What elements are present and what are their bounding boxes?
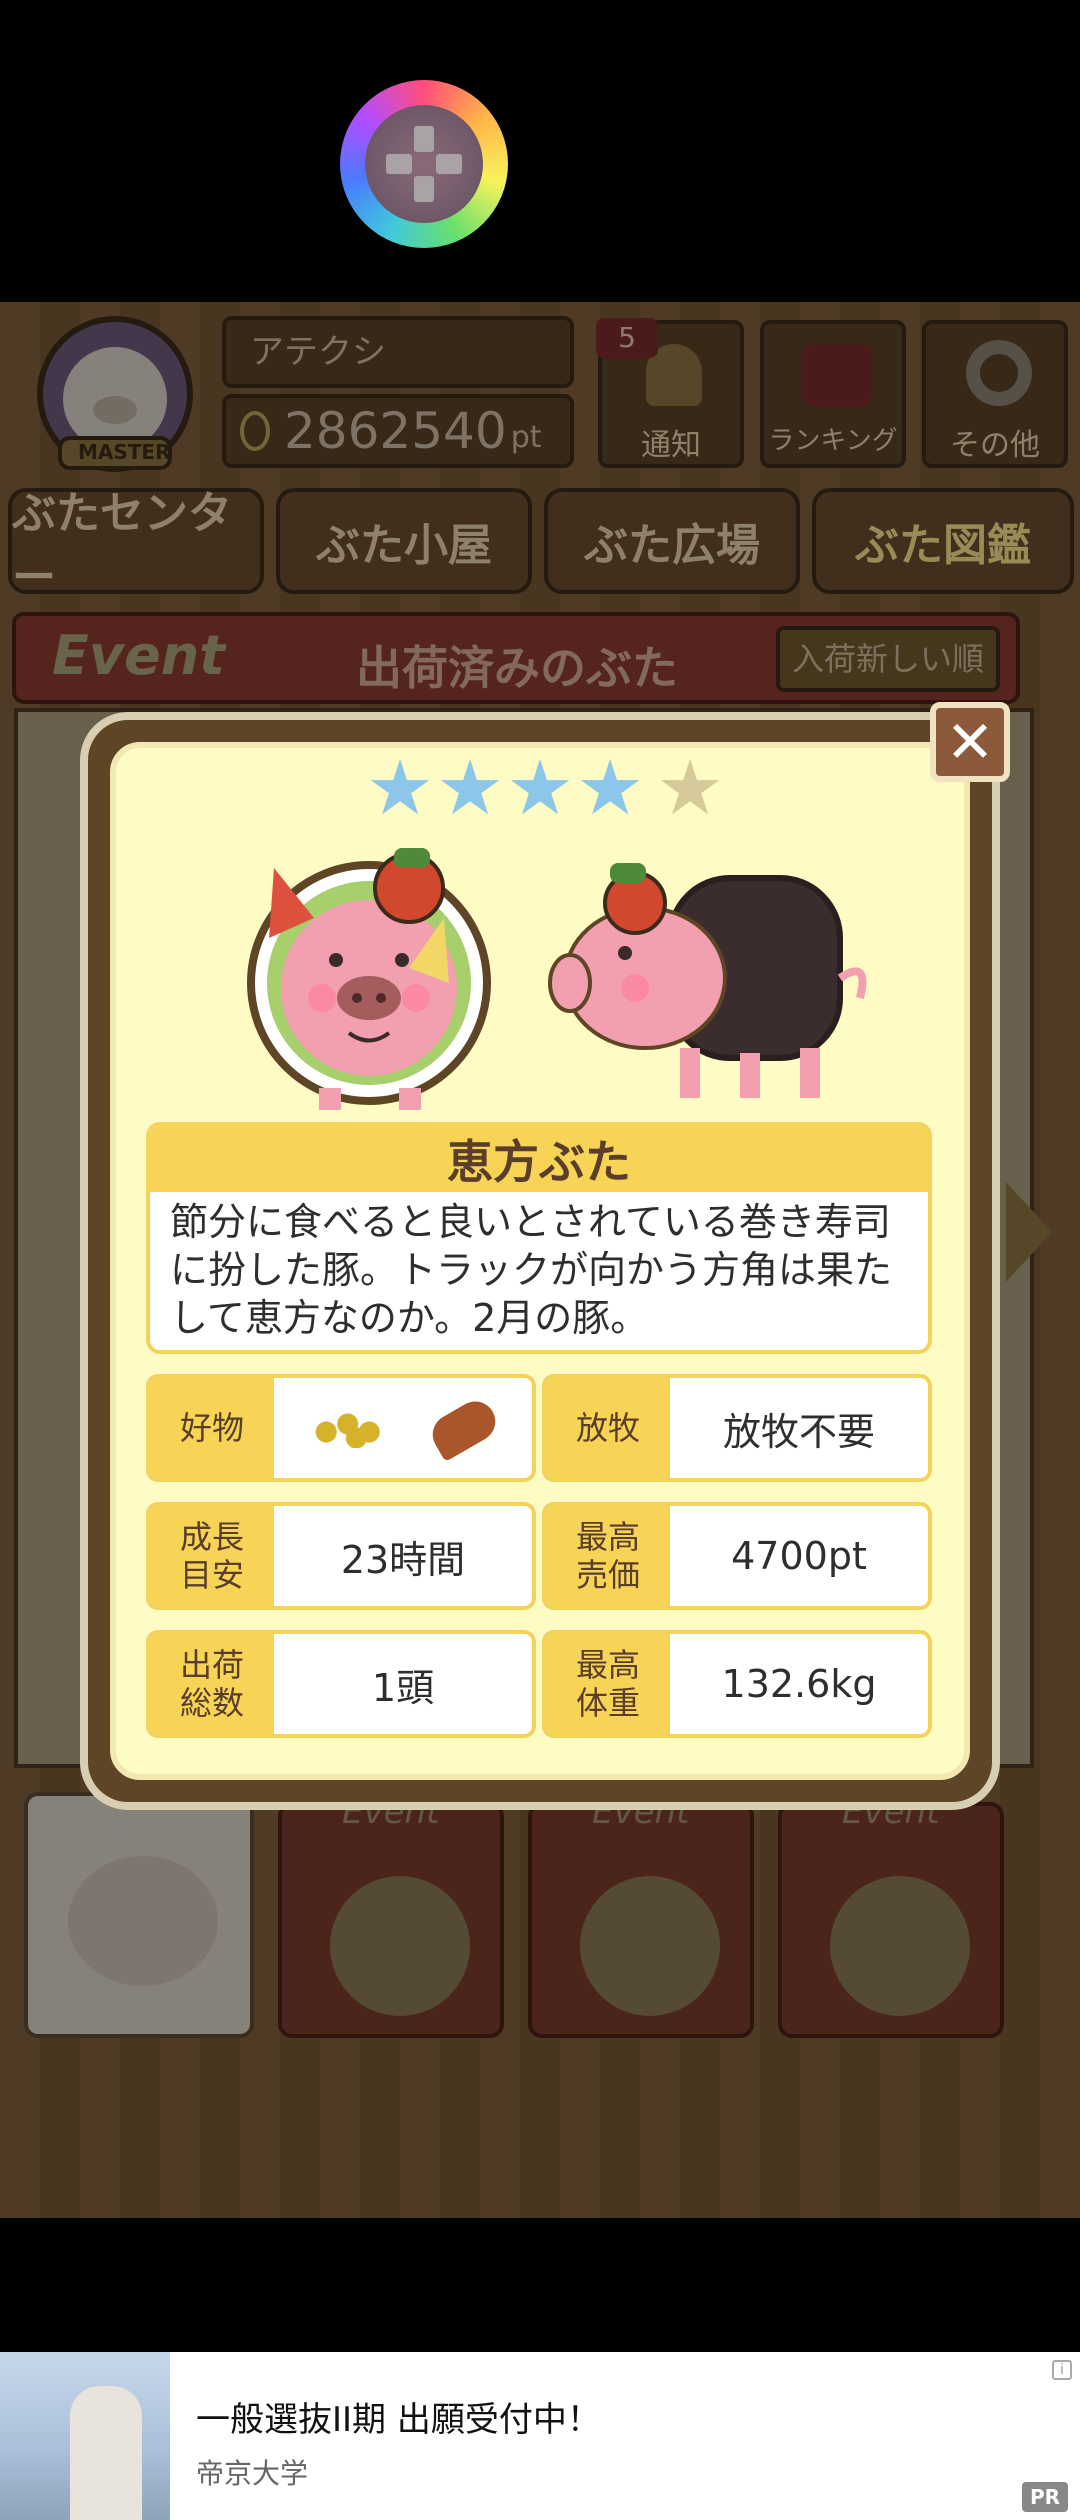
star-icon: ★	[436, 743, 505, 832]
pig-description: 節分に食べると良いとされている巻き寿司に扮した豚。トラックが向かう方角は果たして…	[170, 1200, 893, 1340]
stat-value: 132.6kg	[721, 1662, 877, 1706]
favorite-food-icons	[274, 1378, 532, 1478]
stat-label: 成長 目安	[150, 1506, 274, 1606]
ad-title[interactable]: 一般選抜II期 出願受付中！	[196, 2392, 601, 2441]
stat-label: 最高 売価	[546, 1506, 670, 1606]
stat-max-price: 最高 売価 4700pt	[542, 1502, 932, 1610]
ad-person-image	[70, 2386, 142, 2520]
stat-label: 最高 体重	[546, 1634, 670, 1734]
stat-label: 出荷 総数	[150, 1634, 274, 1734]
pig-side-illustration	[530, 858, 890, 1118]
sweet-potato-icon	[425, 1394, 503, 1462]
stat-shipped-count: 出荷 総数 1頭	[146, 1630, 536, 1738]
beans-icon	[309, 1408, 395, 1448]
ad-thumbnail	[0, 2352, 170, 2520]
star-empty-icon: ★	[656, 743, 725, 832]
stat-value: 23時間	[340, 1537, 466, 1582]
stat-max-weight: 最高 体重 132.6kg	[542, 1630, 932, 1738]
stat-growth-time: 成長 目安 23時間	[146, 1502, 536, 1610]
stat-value: 4700pt	[731, 1534, 867, 1578]
stat-value: 1頭	[371, 1665, 435, 1710]
stat-value: 放牧不要	[722, 1409, 875, 1454]
ad-pr-label: PR	[1022, 2482, 1068, 2512]
floating-controller-button[interactable]	[340, 80, 508, 248]
stat-label: 好物	[150, 1378, 274, 1478]
stat-grazing: 放牧 放牧不要	[542, 1374, 932, 1482]
stat-label: 放牧	[546, 1378, 670, 1478]
stat-favorite-food: 好物	[146, 1374, 536, 1482]
close-button[interactable]: ✕	[930, 702, 1010, 782]
star-icon: ★	[506, 743, 575, 832]
pig-front-illustration	[244, 848, 494, 1118]
ad-info-icon[interactable]: i	[1052, 2360, 1072, 2380]
star-icon: ★	[366, 743, 435, 832]
ad-advertiser[interactable]: 帝京大学	[196, 2452, 308, 2492]
pig-name: 恵方ぶた	[150, 1126, 928, 1192]
pig-info-box: 恵方ぶた 節分に食べると良いとされている巻き寿司に扮した豚。トラックが向かう方角…	[146, 1122, 932, 1354]
ad-banner[interactable]: 一般選抜II期 出願受付中！ 帝京大学	[0, 2352, 1080, 2520]
dpad-icon	[365, 105, 483, 223]
star-icon: ★	[576, 743, 645, 832]
